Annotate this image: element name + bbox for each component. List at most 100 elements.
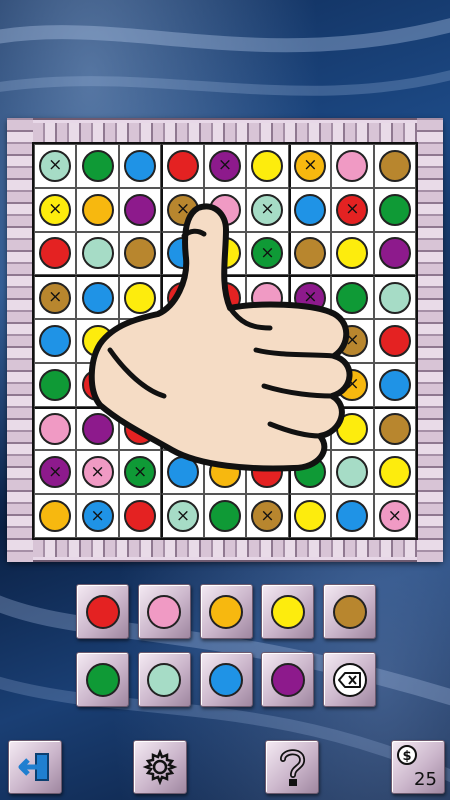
palette-color-button[interactable] [137,652,191,707]
board-cell[interactable] [288,494,332,538]
board-cell[interactable] [76,362,119,407]
board-cell[interactable] [76,231,119,276]
board-cell[interactable] [373,231,416,276]
board-cell[interactable]: × [34,275,77,320]
board-cell[interactable] [76,319,119,363]
board-cell[interactable] [118,494,162,538]
board-cell[interactable] [118,406,162,451]
board-cell[interactable] [161,144,204,188]
board-cell[interactable] [246,319,289,363]
board-cell[interactable] [34,406,77,451]
board-cell[interactable] [288,406,332,451]
coins-button[interactable]: $ 25 [391,740,445,794]
board-cell[interactable] [331,494,374,538]
board-cell[interactable] [331,231,374,276]
palette-color-button[interactable] [261,652,315,707]
board-cell[interactable] [288,319,332,363]
board-cell[interactable] [118,231,162,276]
board-cell[interactable]: × [373,494,416,538]
board-cell[interactable]: × [161,187,204,232]
board-cell[interactable] [288,231,332,276]
board-cell[interactable]: × [76,494,119,538]
board-cell[interactable] [161,362,204,407]
board-cell[interactable]: × [203,144,247,188]
board-cell[interactable]: × [34,187,77,232]
board-cell[interactable] [373,319,416,363]
board-cell[interactable] [34,362,77,407]
color-dot [124,500,157,533]
board-cell[interactable]: × [246,494,289,538]
marked-color-dot: × [336,368,369,401]
board-cell[interactable] [203,362,247,407]
board-cell[interactable]: × [288,275,332,320]
board-cell[interactable] [76,406,119,451]
board-cell[interactable] [118,362,162,407]
board-cell[interactable]: × [118,450,162,495]
board-cell[interactable] [203,275,247,320]
board-cell[interactable]: × [34,450,77,495]
exit-button[interactable] [8,740,62,794]
board-cell[interactable] [203,319,247,363]
board-cell[interactable] [34,319,77,363]
board-cell[interactable]: × [246,231,289,276]
palette-color-button[interactable] [199,584,253,639]
board-cell[interactable]: × [246,187,289,232]
board-cell[interactable] [118,319,162,363]
board-cell[interactable] [373,450,416,495]
board-cell[interactable] [161,319,204,363]
board-cell[interactable] [373,187,416,232]
board-cell[interactable] [246,275,289,320]
board-cell[interactable] [246,406,289,451]
color-dot [378,368,411,401]
board-cell[interactable] [203,406,247,451]
color-dot [81,193,114,226]
board-cell[interactable] [246,362,289,407]
board-cell[interactable] [76,275,119,320]
help-button[interactable] [265,740,319,794]
palette-color-button[interactable] [76,584,129,639]
board-cell[interactable] [331,406,374,451]
board-cell[interactable] [118,275,162,320]
board-cell[interactable] [331,275,374,320]
palette-color-button[interactable] [261,584,315,639]
board-cell[interactable] [34,231,77,276]
board-cell[interactable] [34,494,77,538]
board-cell[interactable] [203,231,247,276]
board-cell[interactable]: × [161,494,204,538]
palette-color-swatch [147,594,182,629]
board-cell[interactable] [118,144,162,188]
board-cell[interactable] [331,144,374,188]
board-cell[interactable] [203,494,247,538]
board-cell[interactable] [288,450,332,495]
board-cell[interactable] [203,450,247,495]
palette-color-button[interactable] [76,652,129,707]
palette-color-button[interactable] [137,584,191,639]
palette-color-button[interactable] [323,584,376,639]
board-cell[interactable] [76,187,119,232]
board-cell[interactable]: × [331,362,374,407]
board-cell[interactable] [76,144,119,188]
board-cell[interactable] [203,187,247,232]
board-cell[interactable] [246,144,289,188]
board-cell[interactable]: × [331,319,374,363]
board-cell[interactable]: × [288,144,332,188]
board-cell[interactable] [373,362,416,407]
settings-button[interactable] [133,740,187,794]
board-cell[interactable] [288,362,332,407]
board-cell[interactable] [161,450,204,495]
board-cell[interactable] [161,406,204,451]
palette-color-button[interactable] [199,652,253,707]
board-cell[interactable] [373,406,416,451]
board-cell[interactable]: × [34,144,77,188]
board-cell[interactable] [161,231,204,276]
board-cell[interactable] [161,275,204,320]
erase-button[interactable] [323,652,376,707]
board-cell[interactable] [118,187,162,232]
board-cell[interactable]: × [76,450,119,495]
board-cell[interactable] [288,187,332,232]
board-cell[interactable] [373,275,416,320]
board-cell[interactable] [246,450,289,495]
board-cell[interactable] [373,144,416,188]
board-cell[interactable]: × [331,187,374,232]
board-cell[interactable] [331,450,374,495]
